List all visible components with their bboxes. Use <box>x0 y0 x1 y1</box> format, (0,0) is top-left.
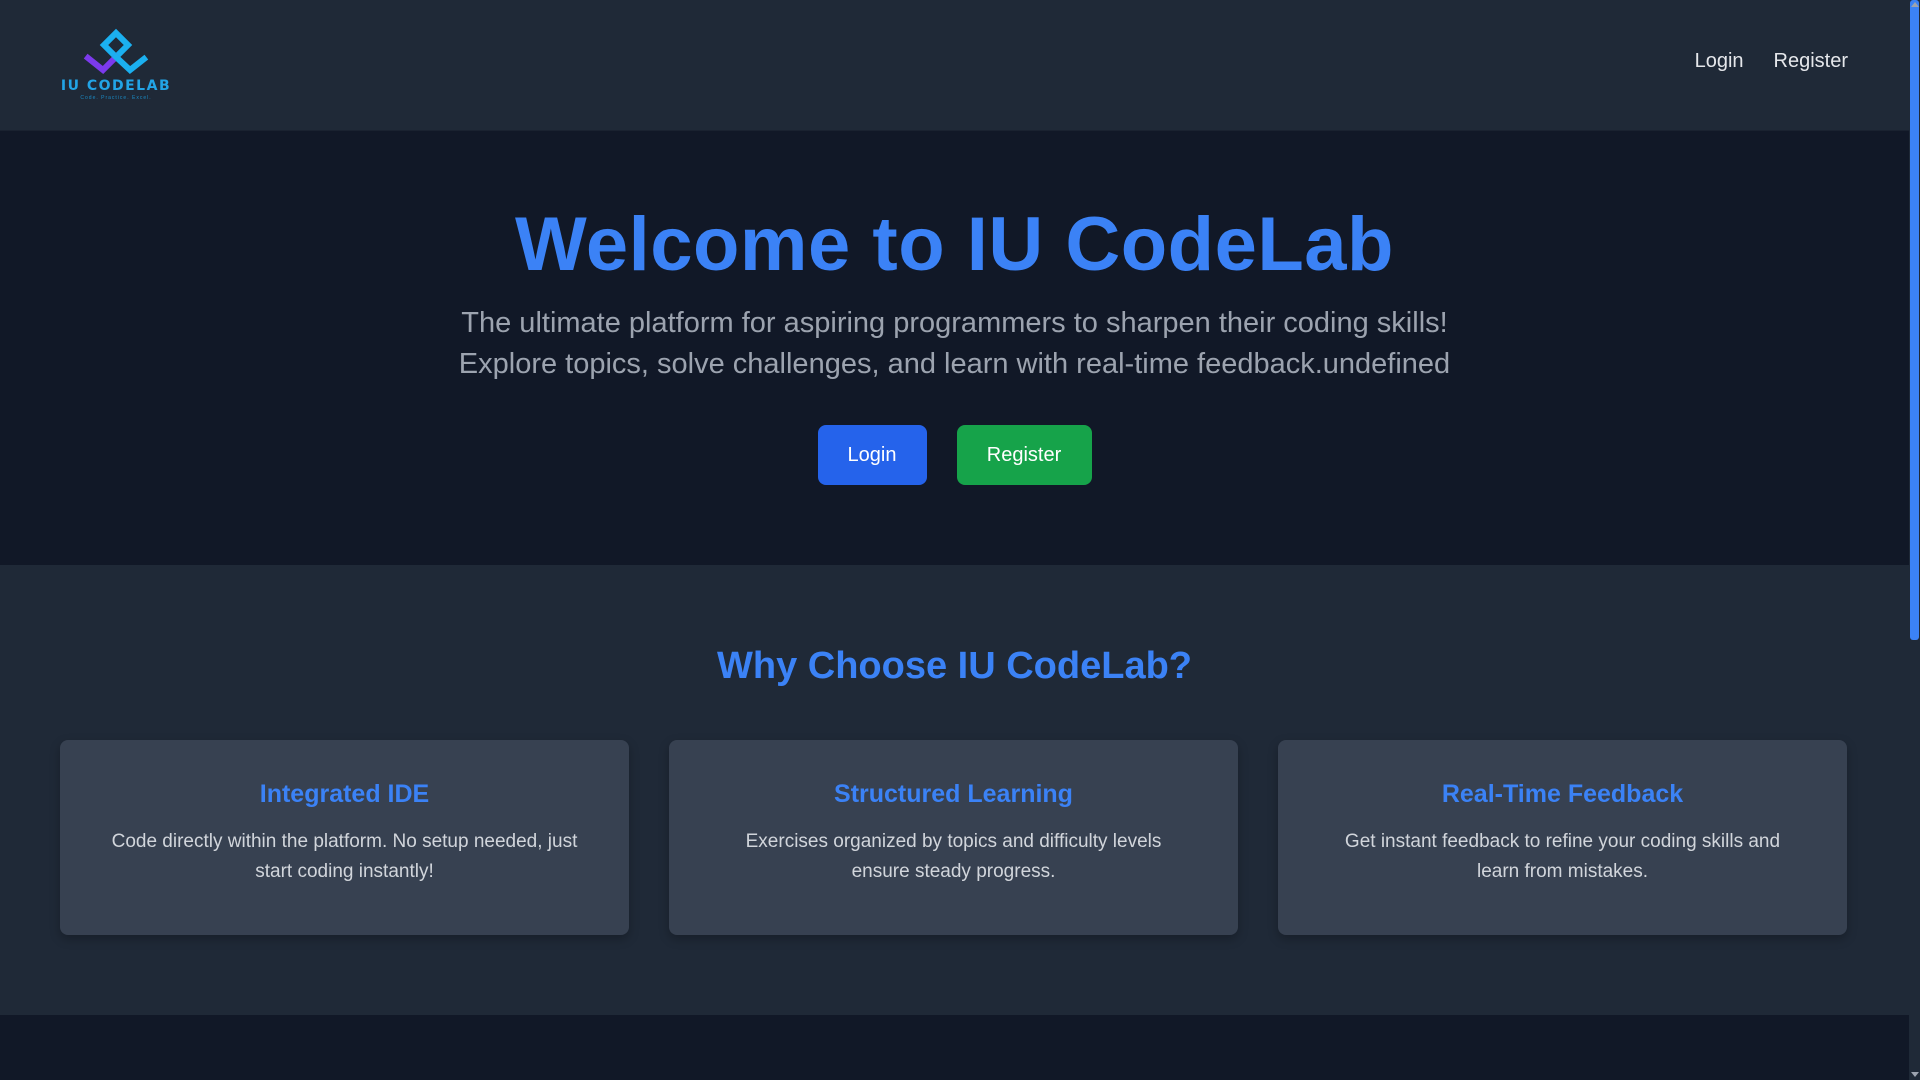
hero-buttons: Login Register <box>0 425 1909 485</box>
scrollbar-thumb[interactable] <box>1910 0 1919 640</box>
feature-card-real-time-feedback: Real-Time Feedback Get instant feedback … <box>1278 740 1847 935</box>
nav-login-link[interactable]: Login <box>1695 50 1744 73</box>
iu-codelab-logo-icon <box>83 28 149 75</box>
hero-title: Welcome to IU CodeLab <box>515 202 1394 287</box>
page: IU CODELAB Code. Practice. Excel. Login … <box>0 0 1909 1080</box>
feature-card-title: Structured Learning <box>834 780 1073 808</box>
navbar: IU CODELAB Code. Practice. Excel. Login … <box>0 0 1909 131</box>
feature-card-title: Integrated IDE <box>259 780 430 808</box>
feature-card-title: Real-Time Feedback <box>1441 780 1684 808</box>
feature-card-text: Exercises organized by topics and diffic… <box>745 831 1162 882</box>
feature-card-structured-learning: Structured Learning Exercises organized … <box>669 740 1238 935</box>
feature-card-integrated-ide: Integrated IDE Code directly within the … <box>60 740 629 935</box>
logo-text: IU CODELAB <box>60 78 172 94</box>
register-button[interactable]: Register <box>956 425 1092 485</box>
hero-subtitle: The ultimate platform for aspiring progr… <box>0 303 1909 385</box>
logo[interactable]: IU CODELAB Code. Practice. Excel. <box>58 28 174 102</box>
feature-card-text: Get instant feedback to refine your codi… <box>1344 831 1781 882</box>
scroll-up-arrow-icon[interactable] <box>1911 2 1919 7</box>
nav-register-link[interactable]: Register <box>1774 50 1848 73</box>
hero-subtitle-line-2: Explore topics, solve challenges, and le… <box>458 348 1451 380</box>
feature-cards: Integrated IDE Code directly within the … <box>60 740 1847 935</box>
footer-area <box>0 1015 1909 1080</box>
feature-card-text: Code directly within the platform. No se… <box>111 831 578 882</box>
hero-section: Welcome to IU CodeLab The ultimate platf… <box>0 131 1909 565</box>
scroll-down-arrow-icon[interactable] <box>1911 1072 1919 1077</box>
features-title: Why Choose IU CodeLab? <box>717 645 1192 687</box>
login-button[interactable]: Login <box>817 425 927 485</box>
logo-tagline: Code. Practice. Excel. <box>80 95 152 101</box>
features-section: Why Choose IU CodeLab? Integrated IDE Co… <box>0 565 1909 1015</box>
hero-subtitle-line-1: The ultimate platform for aspiring progr… <box>461 307 1448 339</box>
nav-links: Login Register <box>1695 50 1848 73</box>
